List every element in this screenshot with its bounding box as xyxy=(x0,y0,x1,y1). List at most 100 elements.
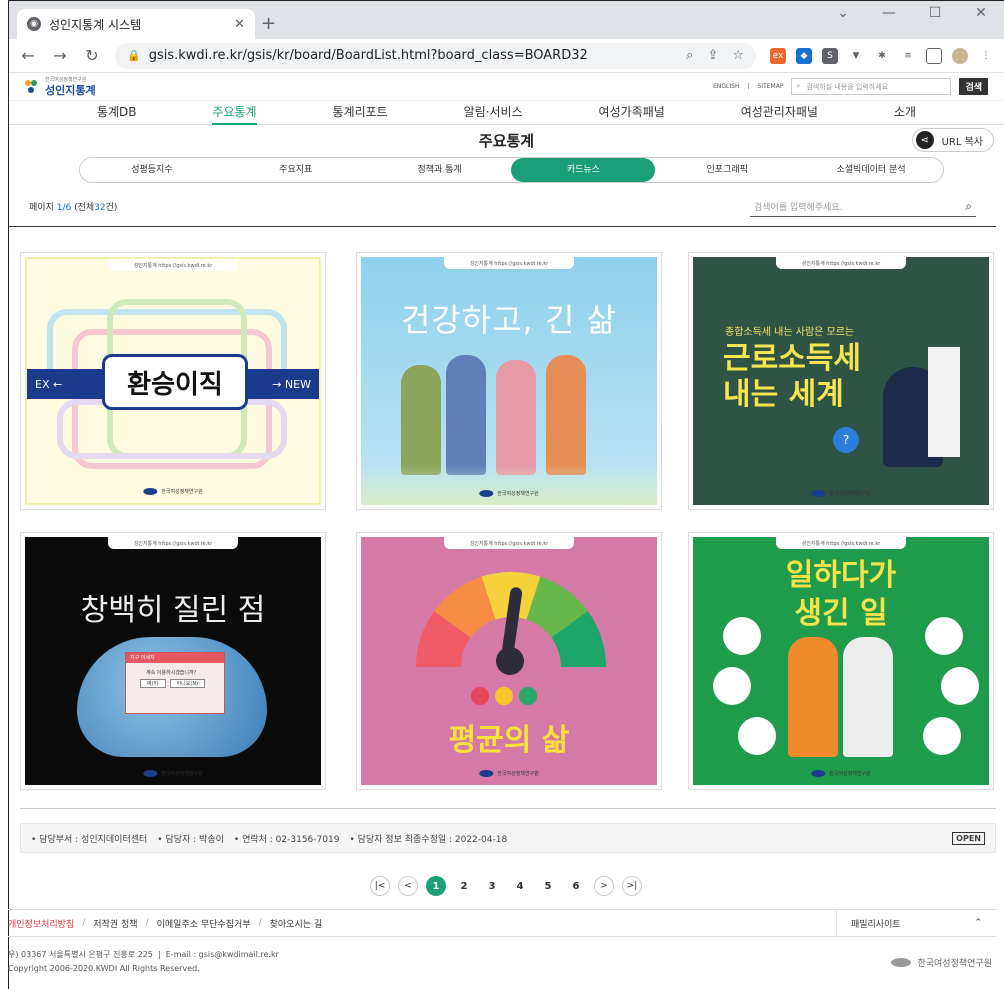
tab-title: 성인지통계 시스템 xyxy=(49,17,142,32)
sitemap-link[interactable]: SITEMAP xyxy=(758,83,784,90)
tab-key-indicators[interactable]: 주요지표 xyxy=(224,158,368,182)
share-icon: ⋖ xyxy=(915,131,934,149)
tab-card-news[interactable]: 카드뉴스 xyxy=(511,158,656,182)
card-org: 한국여성정책연구원 xyxy=(479,770,539,777)
mask-icon xyxy=(713,667,751,705)
card-workplace-injury[interactable]: 성인지통계 https://gsis.kwdi.re.kr 일하다가 생긴 일 … xyxy=(688,532,994,790)
pagination: |< < 1 2 3 4 5 6 > >| xyxy=(370,876,642,896)
menu-icon[interactable]: ⋮ xyxy=(978,47,994,64)
nav-item-about[interactable]: 소개 xyxy=(894,101,916,125)
card-headline: 평균의 삶 xyxy=(448,723,570,758)
globe-icon: ◉ xyxy=(27,17,41,31)
card-subtitle: 종합소득세 내는 사람은 모르는 xyxy=(725,327,855,338)
helmet-icon xyxy=(723,617,761,655)
gloves-icon xyxy=(923,717,961,755)
reading-list-icon[interactable]: ≡ xyxy=(900,47,916,64)
chevron-down-icon[interactable]: ⌄ xyxy=(820,5,866,21)
card-healthy-life[interactable]: 성인지통계 https://gsis.kwdi.re.kr 건강하고, 긴 삶 … xyxy=(356,252,662,510)
site-logo[interactable]: 한국여성정책연구원 성인지통계 xyxy=(25,77,96,97)
first-page-button[interactable]: |< xyxy=(370,876,390,896)
nav-item-main-stats[interactable]: 주요통계 xyxy=(212,101,257,125)
nav-item-manager-panel[interactable]: 여성관리자패널 xyxy=(741,101,818,125)
directions-link[interactable]: 찾아오시는 길 xyxy=(270,917,323,930)
avatar[interactable] xyxy=(952,47,968,64)
updated-date: • 담당자 정보 최종수정일 : 2022-04-18 xyxy=(349,834,508,845)
bookmark-icon[interactable]: ☆ xyxy=(732,48,744,63)
main-nav: 통계DB 주요통계 통계리포트 알림·서비스 여성가족패널 여성관리자패널 소개 xyxy=(9,101,1004,125)
card-image: 성인지통계 https://gsis.kwdi.re.kr 일하다가 생긴 일 … xyxy=(693,537,989,785)
search-icon[interactable]: ⌕ xyxy=(965,199,972,214)
extension-icon[interactable]: ex xyxy=(770,47,786,64)
card-image: 성인지통계 https://gsis.kwdi.re.kr 건강하고, 긴 삶 … xyxy=(361,257,657,505)
next-page-button[interactable]: > xyxy=(594,876,614,896)
card-image: 성인지통계 https://gsis.kwdi.re.kr 종합소득세 내는 사… xyxy=(693,257,989,505)
card-income-tax[interactable]: 성인지통계 https://gsis.kwdi.re.kr 종합소득세 내는 사… xyxy=(688,252,994,510)
page-5[interactable]: 5 xyxy=(538,876,558,896)
card-average-life[interactable]: 성인지통계 https://gsis.kwdi.re.kr 평균의 삶 한국여성… xyxy=(356,532,662,790)
browser-tab[interactable]: ◉ 성인지통계 시스템 ✕ xyxy=(17,9,255,39)
sub-tabs: 성평등지수 주요지표 정책과 통계 카드뉴스 인포그래픽 소셜빅데이터 분석 xyxy=(79,157,944,183)
footer-address: 우) 03367 서울특별시 은평구 진흥로 225 | E-mail : gs… xyxy=(8,950,279,973)
chevron-up-icon: ⌃ xyxy=(974,918,982,928)
card-org: 한국여성정책연구원 xyxy=(479,490,539,497)
page-3[interactable]: 3 xyxy=(482,876,502,896)
list-search-input[interactable]: 검색어를 입력해주세요. ⌕ xyxy=(750,197,976,217)
card-banner: 성인지통계 https://gsis.kwdi.re.kr xyxy=(108,537,238,549)
faces-icon xyxy=(471,687,537,705)
close-window-icon[interactable]: ✕ xyxy=(958,5,1004,21)
tab-bar: ◉ 성인지통계 시스템 ✕ + ⌄ — ☐ ✕ xyxy=(9,1,1004,39)
card-transfer-job[interactable]: 성인지통계 https://gsis.kwdi.re.kr EX ← → NEW… xyxy=(20,252,326,510)
privacy-link[interactable]: 개인정보처리방침 xyxy=(8,917,74,930)
card-org: 한국여성정책연구원 xyxy=(811,770,871,777)
window-controls: ⌄ — ☐ ✕ xyxy=(820,5,1004,21)
close-tab-icon[interactable]: ✕ xyxy=(234,17,245,32)
address-bar[interactable]: 🔒 gsis.kwdi.re.kr/gsis/kr/board/BoardLis… xyxy=(115,42,756,69)
url-copy-button[interactable]: ⋖ URL 복사 xyxy=(911,128,994,152)
search-icon: ⌕ xyxy=(796,82,801,90)
extensions: ex ◆ S ▼ ✱ ≡ ⋮ xyxy=(770,47,994,64)
nav-item-report[interactable]: 통계리포트 xyxy=(333,101,388,125)
back-icon[interactable]: ← xyxy=(19,46,37,65)
sidepanel-icon[interactable] xyxy=(926,47,942,64)
card-headline: 창백히 질린 점 xyxy=(80,593,266,628)
shield-icon[interactable]: ◆ xyxy=(796,47,812,64)
page-1[interactable]: 1 xyxy=(426,876,446,896)
header-search-button[interactable]: 검색 xyxy=(959,78,988,95)
nav-item-notice[interactable]: 알림·서비스 xyxy=(464,101,523,125)
new-tab-icon[interactable]: + xyxy=(261,13,276,34)
minimize-icon[interactable]: — xyxy=(866,5,912,21)
tab-gender-index[interactable]: 성평등지수 xyxy=(80,158,224,182)
vpn-icon[interactable]: ▼ xyxy=(848,47,864,64)
card-banner: 성인지통계 https://gsis.kwdi.re.kr xyxy=(776,257,906,269)
page-6[interactable]: 6 xyxy=(566,876,586,896)
card-pale-blue-dot[interactable]: 성인지통계 https://gsis.kwdi.re.kr 창백히 질린 점 지… xyxy=(20,532,326,790)
page-2[interactable]: 2 xyxy=(454,876,474,896)
tab-social-bigdata[interactable]: 소셜빅데이터 분석 xyxy=(799,158,943,182)
maximize-icon[interactable]: ☐ xyxy=(912,5,958,21)
card-headline: 건강하고, 긴 삶 xyxy=(400,301,618,339)
address-actions: ⌕ ⇪ ☆ xyxy=(686,48,744,63)
header-search-input[interactable]: ⌕ 검색하실 내용을 입력하세요 xyxy=(791,78,952,95)
last-page-button[interactable]: >| xyxy=(622,876,642,896)
zoom-icon[interactable]: ⌕ xyxy=(686,48,693,63)
prev-page-button[interactable]: < xyxy=(398,876,418,896)
forward-icon[interactable]: → xyxy=(51,46,69,65)
nav-item-db[interactable]: 통계DB xyxy=(97,101,137,125)
puzzle-icon[interactable]: ✱ xyxy=(874,47,890,64)
page-4[interactable]: 4 xyxy=(510,876,530,896)
english-link[interactable]: ENGLISH xyxy=(713,83,739,90)
tab-infographic[interactable]: 인포그래픽 xyxy=(655,158,799,182)
extension-s-icon[interactable]: S xyxy=(822,47,838,64)
contact: • 연락처 : 02-3156-7019 xyxy=(233,834,340,845)
browser-toolbar: ← → ↻ 🔒 gsis.kwdi.re.kr/gsis/kr/board/Bo… xyxy=(9,39,1004,73)
card-org: 한국여성정책연구원 xyxy=(143,770,203,777)
card-banner: 성인지통계 https://gsis.kwdi.re.kr xyxy=(444,537,574,549)
lock-icon: 🔒 xyxy=(127,49,141,62)
reload-icon[interactable]: ↻ xyxy=(83,46,101,65)
family-site-select[interactable]: 패밀리사이트 ⌃ xyxy=(836,909,996,937)
email-refuse-link[interactable]: 이메일주소 무단수집거부 xyxy=(157,917,251,930)
copyright-policy-link[interactable]: 저작권 정책 xyxy=(93,917,137,930)
tab-policy-stats[interactable]: 정책과 통계 xyxy=(368,158,512,182)
share-icon[interactable]: ⇪ xyxy=(707,48,718,63)
nav-item-family-panel[interactable]: 여성가족패널 xyxy=(599,101,665,125)
